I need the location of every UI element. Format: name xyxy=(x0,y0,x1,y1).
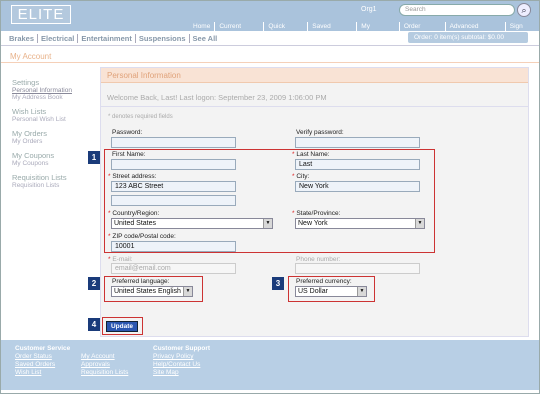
city-field[interactable]: New York xyxy=(295,181,420,192)
search-input[interactable]: Search xyxy=(399,4,515,16)
street-label: * Street address: xyxy=(108,173,157,180)
country-label: * Country/Region: xyxy=(108,210,160,217)
password-label: Password: xyxy=(112,129,143,136)
state-value: New York xyxy=(298,220,328,227)
sidebar-item-my-coupons[interactable]: My Coupons xyxy=(12,160,92,167)
chevron-down-icon: ▼ xyxy=(415,219,424,228)
zip-field[interactable]: 10001 xyxy=(111,241,236,252)
sidebar: Settings Personal Information My Address… xyxy=(12,78,92,189)
zip-label-text: ZIP code/Postal code: xyxy=(112,233,176,240)
footer-link-order-status[interactable]: Order Status xyxy=(15,353,70,361)
welcome-message: Welcome Back, Last! Last logon: Septembe… xyxy=(107,93,327,102)
verify-password-label: Verify password: xyxy=(296,129,344,136)
sidebar-heading-settings: Settings xyxy=(12,78,40,87)
street-label-text: Street address: xyxy=(112,173,157,180)
order-summary[interactable]: Order: 0 item(s) subtotal: $0.00 xyxy=(408,32,528,43)
country-label-text: Country/Region: xyxy=(112,210,160,217)
last-name-label: * Last Name: xyxy=(292,151,330,158)
zip-label: * ZIP code/Postal code: xyxy=(108,233,176,240)
street2-field[interactable] xyxy=(111,195,236,206)
city-label-text: City: xyxy=(296,173,310,180)
required-note: * denotes required fields xyxy=(108,114,173,120)
chevron-down-icon: ▼ xyxy=(357,287,366,296)
currency-select[interactable]: US Dollar ▼ xyxy=(295,286,367,297)
footer-link-requisition-lists[interactable]: Requisition Lists xyxy=(81,369,128,377)
callout-number-1: 1 xyxy=(88,151,100,164)
sidebar-item-personal-information[interactable]: Personal Information xyxy=(12,87,92,94)
panel-title: Personal Information xyxy=(101,68,528,83)
sidebar-heading-my-coupons: My Coupons xyxy=(12,151,55,160)
password-field[interactable] xyxy=(111,137,236,148)
footer-col-customer-support: Customer Support Privacy Policy Help/Con… xyxy=(153,345,210,377)
phone-field[interactable] xyxy=(295,263,420,274)
footer-link-site-map[interactable]: Site Map xyxy=(153,369,210,377)
email-label: * E-mail: xyxy=(108,256,133,263)
state-label: * State/Province: xyxy=(292,210,341,217)
street-field[interactable]: 123 ABC Street xyxy=(111,181,236,192)
callout-number-3: 3 xyxy=(272,277,284,290)
footer-col-account: My Account Approvals Requisition Lists xyxy=(81,353,128,377)
search-icon[interactable]: ⌕ xyxy=(517,3,531,17)
site-header: ELITE Org1 Search ⌕ Home Current Order Q… xyxy=(1,1,539,40)
first-name-label: First Name: xyxy=(112,151,146,158)
country-value: United States xyxy=(114,220,157,227)
site-footer: Customer Service Order Status Saved Orde… xyxy=(1,340,539,390)
currency-value: US Dollar xyxy=(298,288,328,295)
sidebar-item-my-orders[interactable]: My Orders xyxy=(12,138,92,145)
footer-link-privacy-policy[interactable]: Privacy Policy xyxy=(153,353,210,361)
footer-col-customer-service: Customer Service Order Status Saved Orde… xyxy=(15,345,70,377)
footer-link-wish-list[interactable]: Wish List xyxy=(15,369,70,377)
city-label: * City: xyxy=(292,173,310,180)
footer-link-my-account[interactable]: My Account xyxy=(81,353,128,361)
category-entertainment[interactable]: Entertainment xyxy=(77,34,134,43)
verify-password-field[interactable] xyxy=(295,137,420,148)
callout-number-2: 2 xyxy=(88,277,100,290)
country-select[interactable]: United States ▼ xyxy=(111,218,273,229)
first-name-label-text: First Name: xyxy=(112,151,146,158)
sidebar-item-address-book[interactable]: My Address Book xyxy=(12,94,92,101)
sidebar-heading-wish-lists: Wish Lists xyxy=(12,107,47,116)
divider xyxy=(101,106,528,107)
category-brakes[interactable]: Brakes xyxy=(9,34,37,43)
chevron-down-icon: ▼ xyxy=(263,219,272,228)
sidebar-heading-requisition-lists: Requisition Lists xyxy=(12,173,67,182)
state-select[interactable]: New York ▼ xyxy=(295,218,425,229)
site-logo[interactable]: ELITE xyxy=(11,5,71,24)
currency-label: Preferred currency: xyxy=(296,278,352,285)
phone-label: Phone number: xyxy=(296,256,341,263)
email-label-text: E-mail: xyxy=(112,256,133,263)
language-label: Preferred language: xyxy=(112,278,170,285)
footer-link-help-contact[interactable]: Help/Contact Us xyxy=(153,361,210,369)
update-button[interactable]: Update xyxy=(106,321,138,332)
org-label: Org1 xyxy=(361,6,377,13)
language-value: United States English xyxy=(114,288,181,295)
sidebar-item-personal-wish-list[interactable]: Personal Wish List xyxy=(12,116,92,123)
last-name-label-text: Last Name: xyxy=(296,151,330,158)
footer-heading-customer-service: Customer Service xyxy=(15,345,71,352)
first-name-field[interactable] xyxy=(111,159,236,170)
footer-link-saved-orders[interactable]: Saved Orders xyxy=(15,361,70,369)
state-label-text: State/Province: xyxy=(296,210,341,217)
chevron-down-icon: ▼ xyxy=(183,287,192,296)
footer-link-approvals[interactable]: Approvals xyxy=(81,361,128,369)
divider xyxy=(1,62,539,63)
sidebar-heading-my-orders: My Orders xyxy=(12,129,48,138)
callout-number-4: 4 xyxy=(88,318,100,331)
category-suspensions[interactable]: Suspensions xyxy=(134,34,189,43)
last-name-field[interactable]: Last xyxy=(295,159,420,170)
language-select[interactable]: United States English ▼ xyxy=(111,286,193,297)
footer-heading-customer-support: Customer Support xyxy=(153,345,211,352)
sidebar-item-requisition-lists[interactable]: Requisition Lists xyxy=(12,182,92,189)
page-title: My Account xyxy=(10,52,52,61)
category-electrical[interactable]: Electrical xyxy=(37,34,77,43)
category-see-all[interactable]: See All xyxy=(188,34,221,43)
email-field[interactable]: email@email.com xyxy=(111,263,236,274)
